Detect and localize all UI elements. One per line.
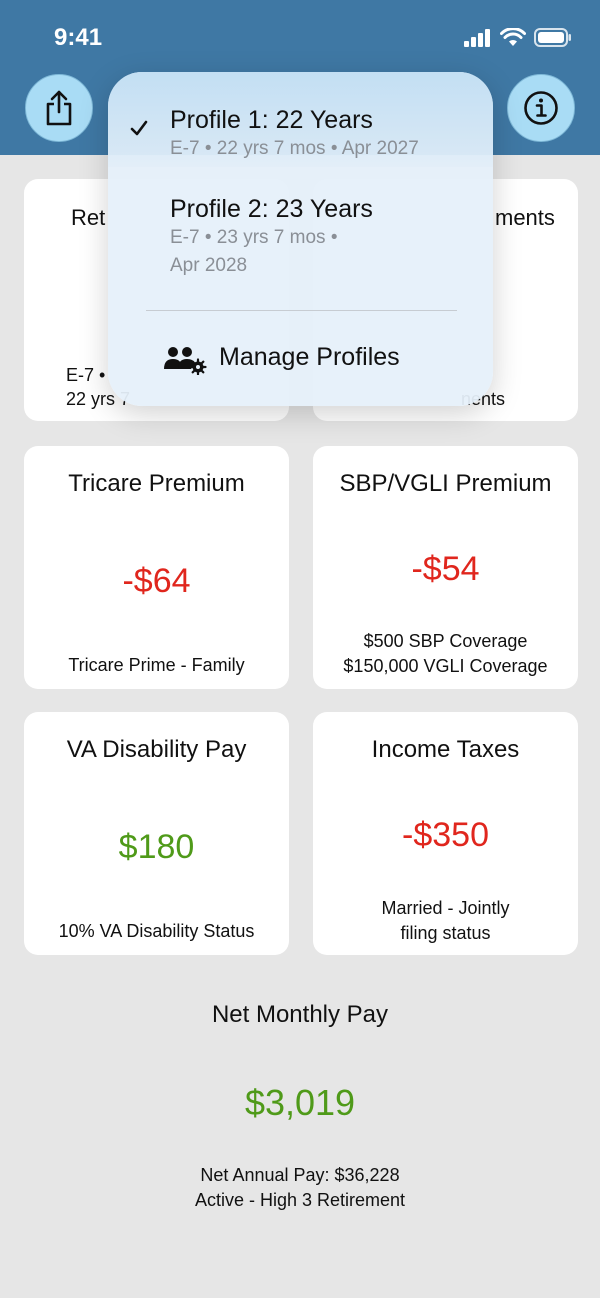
manage-profiles-item[interactable]: Manage Profiles xyxy=(108,312,493,406)
profile-detail-line1: E-7 • 23 yrs 7 mos • xyxy=(170,227,338,248)
card-title: Tricare Premium xyxy=(68,470,245,497)
card-value: -$54 xyxy=(411,550,480,588)
profile-menu-item-1[interactable]: Profile 1: 22 Years E-7 • 22 yrs 7 mos •… xyxy=(108,72,493,166)
card-subtitle-line1: Married - Jointly xyxy=(381,898,510,918)
checkmark-icon xyxy=(130,116,148,142)
tricare-premium-card[interactable]: Tricare Premium -$64 Tricare Prime - Fam… xyxy=(24,446,289,689)
status-bar: 9:41 xyxy=(0,0,600,78)
profile-detail: E-7 • 22 yrs 7 mos • Apr 2027 xyxy=(170,138,419,159)
battery-icon xyxy=(534,28,571,47)
card-value: $180 xyxy=(118,828,195,866)
card-subtitle-line2: $150,000 VGLI Coverage xyxy=(343,656,548,676)
card-subtitle: 10% VA Disability Status xyxy=(58,921,255,941)
income-taxes-card[interactable]: Income Taxes -$350 Married - Jointly fil… xyxy=(313,712,578,955)
card-subtitle: Tricare Prime - Family xyxy=(68,655,245,675)
profile-menu: Profile 1: 22 Years E-7 • 22 yrs 7 mos •… xyxy=(108,72,493,406)
card-title: VA Disability Pay xyxy=(66,736,247,763)
card-title: SBP/VGLI Premium xyxy=(339,470,552,497)
retirement-plan-label: Active - High 3 Retirement xyxy=(194,1190,406,1210)
net-monthly-pay-title: Net Monthly Pay xyxy=(211,1001,389,1028)
share-button[interactable] xyxy=(25,74,93,142)
info-button[interactable] xyxy=(507,74,575,142)
manage-profiles-icon xyxy=(164,347,207,375)
status-icons xyxy=(464,28,572,47)
profile-label: Profile 1: 22 Years xyxy=(170,106,373,134)
va-disability-card[interactable]: VA Disability Pay $180 10% VA Disability… xyxy=(24,712,289,955)
menu-divider xyxy=(146,310,457,311)
net-annual-pay: Net Annual Pay: $36,228 xyxy=(200,1165,400,1185)
card-title: Income Taxes xyxy=(371,736,520,763)
sbp-vgli-premium-card[interactable]: SBP/VGLI Premium -$54 $500 SBP Coverage … xyxy=(313,446,578,689)
net-monthly-pay-value: $3,019 xyxy=(244,1082,356,1123)
cellular-signal-icon xyxy=(464,28,490,47)
wifi-icon xyxy=(500,28,526,46)
retirement-card-title: Ret xyxy=(71,205,106,230)
info-icon xyxy=(524,91,558,125)
profile-detail-line2: Apr 2028 xyxy=(170,255,248,276)
card-value: -$64 xyxy=(122,562,191,600)
card-subtitle-line2: filing status xyxy=(400,923,491,943)
card-value: -$350 xyxy=(402,816,489,854)
card-subtitle-line1: $500 SBP Coverage xyxy=(363,631,528,651)
share-icon xyxy=(46,90,72,126)
profile-menu-item-2[interactable]: Profile 2: 23 Years E-7 • 23 yrs 7 mos •… xyxy=(108,166,493,306)
profile-label: Profile 2: 23 Years xyxy=(170,195,373,223)
status-time: 9:41 xyxy=(54,24,103,51)
retirement-card-sub-line1: E-7 • xyxy=(66,365,106,385)
adjustments-card-title: ments xyxy=(495,205,555,230)
manage-profiles-label: Manage Profiles xyxy=(219,343,400,371)
